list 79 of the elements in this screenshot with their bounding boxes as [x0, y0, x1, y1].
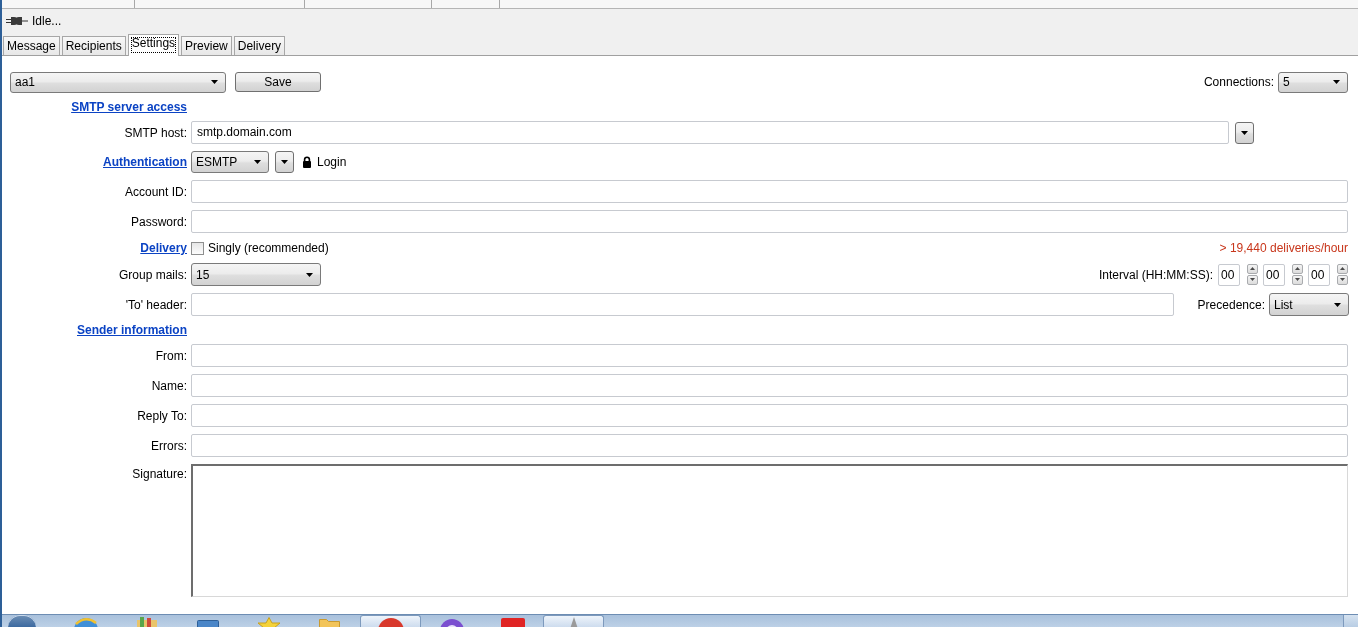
caret-icon	[306, 272, 313, 277]
caret-icon	[1334, 302, 1341, 307]
caret-icon	[211, 80, 218, 84]
dropdown-button[interactable]	[1235, 121, 1254, 144]
field-label: Name:	[151, 378, 187, 393]
profile-dropdown[interactable]: aa1	[10, 71, 226, 93]
field-label: Errors:	[151, 438, 187, 453]
text-field[interactable]	[191, 180, 1348, 203]
taskbar-button[interactable]	[543, 615, 604, 627]
spin-up-button[interactable]	[1292, 263, 1303, 274]
rate-text: > 19,440 deliveries/hour	[1219, 241, 1348, 255]
books-icon[interactable]	[136, 617, 157, 627]
connections-dropdown[interactable]: 5	[1278, 71, 1348, 93]
taskbar-button[interactable]	[360, 615, 421, 627]
tab[interactable]: Settings	[127, 34, 180, 56]
tab[interactable]: Delivery	[233, 36, 286, 55]
group-mails-dropdown[interactable]: 15	[191, 263, 321, 286]
text-field[interactable]	[191, 344, 1348, 367]
field-label: Group mails:	[118, 267, 187, 282]
tab[interactable]: Preview	[181, 36, 232, 55]
number-field[interactable]: 00	[1263, 263, 1285, 286]
caret-icon	[254, 160, 261, 164]
plug-icon	[6, 16, 28, 26]
spin-up-button[interactable]	[1247, 263, 1258, 274]
caret-icon	[1241, 130, 1248, 135]
field-label: Signature:	[132, 467, 187, 481]
checkbox-label: Singly (recommended)	[208, 241, 329, 255]
spin-down-button[interactable]	[1292, 274, 1303, 285]
start-button[interactable]	[8, 615, 36, 627]
caret-icon	[1333, 80, 1340, 84]
number-field[interactable]: 00	[1218, 263, 1240, 286]
auth-dropdown[interactable]: ESMTP	[191, 151, 269, 173]
text-field[interactable]	[191, 293, 1174, 316]
section-link[interactable]: Delivery	[140, 241, 187, 255]
field-label: Interval (HH:MM:SS):	[1099, 267, 1213, 282]
section-link[interactable]: Authentication	[103, 155, 187, 169]
field-label: Password:	[130, 214, 187, 229]
down-arrow-icon	[1340, 278, 1345, 281]
up-arrow-icon	[1250, 267, 1255, 270]
signature-field[interactable]	[191, 464, 1348, 597]
down-arrow-icon	[1250, 278, 1255, 281]
tab[interactable]: Message	[3, 36, 60, 55]
show-desktop-button[interactable]	[1343, 615, 1358, 627]
field-label: Connections:	[1203, 75, 1274, 89]
triangle-icon	[569, 617, 578, 627]
tab[interactable]: Recipients	[61, 36, 126, 55]
spin-down-button[interactable]	[1247, 274, 1258, 285]
field-label: 'To' header:	[125, 297, 187, 312]
window-icon[interactable]	[196, 617, 219, 627]
text-field[interactable]	[191, 374, 1348, 397]
spin-down-button[interactable]	[1337, 274, 1348, 285]
option-label: Login	[317, 155, 347, 169]
section-link[interactable]: Sender information	[77, 323, 187, 337]
down-arrow-icon	[1295, 278, 1300, 281]
tile-icon[interactable]	[500, 617, 525, 627]
caret-icon	[281, 160, 288, 164]
section-link[interactable]: SMTP server access	[71, 100, 187, 114]
up-arrow-icon	[1295, 267, 1300, 270]
save-button[interactable]: Save	[235, 72, 321, 92]
lock-icon	[302, 156, 312, 168]
field-label: Account ID:	[124, 184, 187, 199]
globe-icon[interactable]	[72, 617, 99, 627]
status-text: Idle...	[32, 14, 62, 28]
field-label: From:	[155, 348, 187, 363]
field-label: SMTP host:	[124, 125, 187, 140]
number-field[interactable]: 00	[1308, 263, 1330, 286]
folder-icon[interactable]	[319, 617, 340, 627]
text-field[interactable]	[191, 434, 1348, 457]
field-label: Precedence:	[1197, 297, 1265, 312]
spin-up-button[interactable]	[1337, 263, 1348, 274]
checkbox[interactable]	[191, 241, 204, 255]
dropdown-button[interactable]	[275, 151, 294, 173]
text-field[interactable]	[191, 404, 1348, 427]
text-field[interactable]: smtp.domain.com	[191, 121, 1229, 144]
star-icon[interactable]	[256, 617, 281, 627]
precedence-dropdown[interactable]: List	[1269, 293, 1349, 316]
field-label: Reply To:	[137, 408, 187, 423]
text-field[interactable]	[191, 210, 1348, 233]
up-arrow-icon	[1340, 267, 1345, 270]
